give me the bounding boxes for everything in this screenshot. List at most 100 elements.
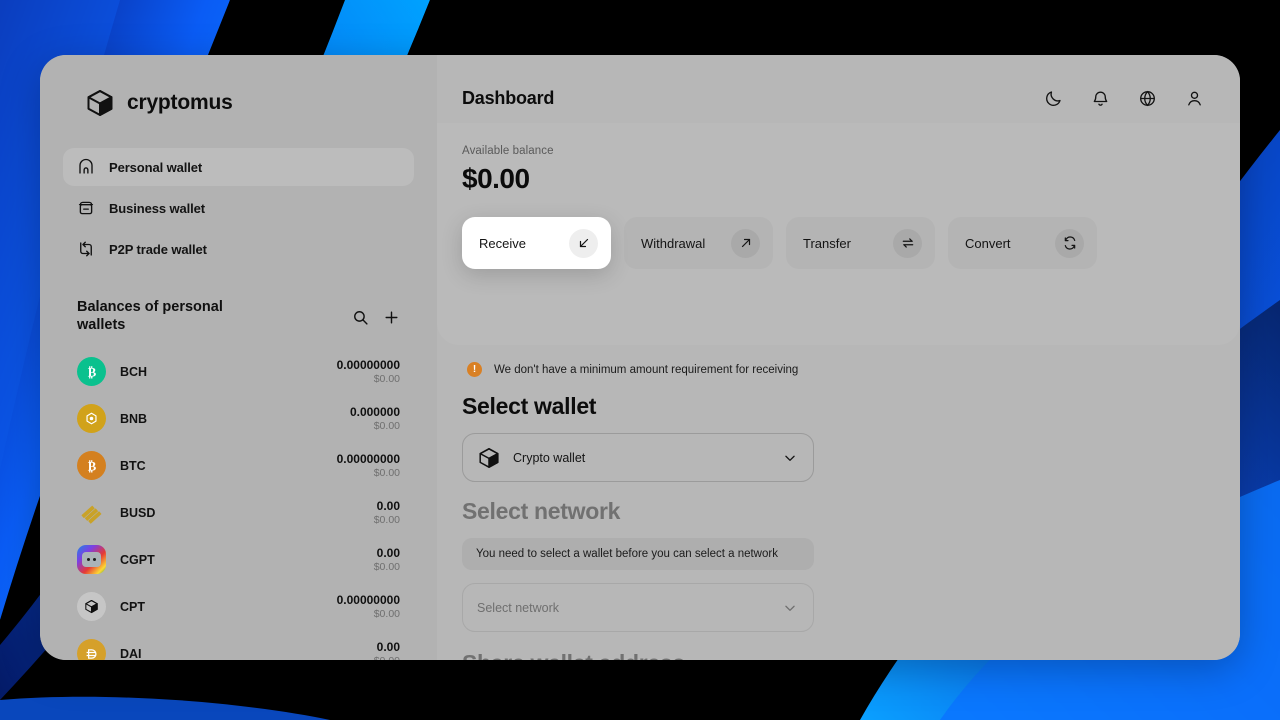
coin-amount: 0.00 (376, 639, 400, 654)
language-globe-icon[interactable] (1138, 89, 1157, 108)
brand-logo-lockup[interactable]: cryptomus (63, 55, 414, 148)
list-item[interactable]: CPT 0.00000000 $0.00 (77, 583, 400, 630)
cube-logo-icon (87, 90, 113, 116)
p2p-exchange-icon (80, 241, 92, 257)
transfer-arrows-icon (902, 238, 913, 248)
quick-actions: Receive Withdrawal Transfer Convert (462, 217, 1215, 269)
receive-icon-wrap (569, 228, 598, 258)
coin-values: 0.00000000 $0.00 (337, 452, 400, 481)
withdrawal-button[interactable]: Withdrawal (624, 217, 773, 269)
list-item[interactable]: BUSD 0.00 $0.00 (77, 489, 400, 536)
balances-header: Balances of personal wallets (63, 277, 414, 342)
share-wallet-address-title: Share wallet address (462, 650, 1215, 660)
arrow-up-right-icon (741, 238, 750, 248)
coin-amount: 0.00 (376, 498, 400, 513)
plus-icon[interactable] (383, 309, 400, 326)
transfer-button[interactable]: Transfer (786, 217, 935, 269)
notifications-bell-icon[interactable] (1091, 89, 1110, 108)
available-balance-amount: $0.00 (462, 163, 530, 194)
convert-refresh-icon (1064, 236, 1075, 250)
receive-label: Receive (479, 235, 526, 251)
coin-icon-busd (77, 498, 106, 527)
coin-balance-list: ₿ BCH 0.00000000 $0.00 BNB 0.000000 $0.0… (63, 342, 414, 660)
coin-usd-value: $0.00 (373, 607, 400, 620)
app-window: cryptomus Personal wallet Business walle… (40, 55, 1240, 660)
svg-text:₿: ₿ (87, 459, 96, 473)
sidebar-item-p2p-trade-wallet[interactable]: P2P trade wallet (63, 230, 414, 268)
sidebar-item-label: P2P trade wallet (109, 241, 207, 257)
coin-icon-bnb (77, 404, 106, 434)
coin-symbol: CGPT (120, 552, 155, 567)
coin-values: 0.00000000 $0.00 (337, 358, 400, 387)
wallet-select[interactable]: Crypto wallet (462, 433, 814, 482)
topbar: Dashboard (437, 55, 1240, 109)
notice-text: We don't have a minimum amount requireme… (494, 363, 799, 376)
minimum-amount-notice: ! We don't have a minimum amount require… (462, 345, 1215, 377)
list-item[interactable]: ₿ BCH 0.00000000 $0.00 (77, 348, 400, 395)
chevron-down-icon (785, 605, 795, 611)
dark-mode-moon-icon[interactable] (1044, 89, 1063, 108)
balances-title: Balances of personal wallets (77, 299, 223, 333)
coin-amount: 0.00000000 (336, 451, 400, 466)
select-network-title: Select network (462, 498, 621, 524)
network-hint: You need to select a wallet before you c… (462, 538, 814, 570)
chevron-down-icon (785, 455, 795, 461)
home-icon (79, 158, 93, 174)
sidebar: cryptomus Personal wallet Business walle… (40, 55, 437, 660)
brand-name: cryptomus (127, 91, 233, 114)
wallet-select-value: Crypto wallet (513, 450, 586, 465)
coin-icon-dai (77, 639, 106, 660)
arrow-down-left-icon (579, 238, 588, 248)
withdrawal-label: Withdrawal (641, 235, 706, 251)
warning-icon: ! (467, 362, 482, 377)
sidebar-nav: Personal wallet Business wallet P2P trad… (63, 148, 414, 277)
list-item[interactable]: BNB 0.000000 $0.00 (77, 395, 400, 442)
coin-usd-value: $0.00 (373, 560, 400, 573)
list-item[interactable]: DAI 0.00 $0.00 (77, 630, 400, 660)
coin-usd-value: $0.00 (373, 372, 400, 385)
coin-values: 0.00 $0.00 (374, 640, 400, 660)
search-icon[interactable] (352, 309, 369, 326)
coin-values: 0.00000000 $0.00 (337, 593, 400, 622)
page-title: Dashboard (462, 88, 555, 108)
cube-wallet-icon (479, 447, 499, 468)
svg-text:₿: ₿ (87, 365, 96, 379)
receive-button[interactable]: Receive (462, 217, 611, 269)
coin-values: 0.000000 $0.00 (350, 405, 400, 434)
coin-amount: 0.00000000 (336, 592, 400, 607)
network-select[interactable]: Select network (462, 583, 814, 632)
balances-header-actions (352, 299, 400, 326)
sidebar-item-business-wallet[interactable]: Business wallet (63, 189, 414, 227)
user-profile-icon[interactable] (1185, 89, 1204, 108)
transfer-icon-wrap (893, 228, 922, 258)
convert-label: Convert (965, 235, 1011, 251)
list-item[interactable]: CGPT 0.00 $0.00 (77, 536, 400, 583)
receive-form: ! We don't have a minimum amount require… (437, 345, 1240, 660)
transfer-label: Transfer (803, 235, 851, 251)
sidebar-item-personal-wallet[interactable]: Personal wallet (63, 148, 414, 186)
coin-symbol: BNB (120, 411, 148, 426)
withdrawal-icon-wrap (731, 228, 760, 258)
select-wallet-title: Select wallet (462, 393, 597, 419)
coin-symbol: BTC (120, 458, 146, 473)
coin-usd-value: $0.00 (374, 655, 400, 660)
list-item[interactable]: ₿ BTC 0.00000000 $0.00 (77, 442, 400, 489)
coin-amount: 0.00 (376, 545, 400, 560)
coin-amount: 0.000000 (349, 404, 400, 419)
sidebar-item-label: Business wallet (109, 200, 206, 216)
coin-usd-value: $0.00 (373, 466, 400, 479)
coin-icon-cpt (77, 592, 106, 622)
coin-symbol: DAI (120, 646, 142, 660)
convert-icon-wrap (1055, 228, 1084, 258)
coin-usd-value: $0.00 (373, 419, 400, 432)
coin-usd-value: $0.00 (373, 513, 400, 526)
sidebar-item-label: Personal wallet (109, 159, 203, 175)
network-select-placeholder: Select network (477, 600, 559, 615)
coin-symbol: BUSD (120, 505, 156, 520)
balance-hero-panel: Available balance $0.00 Receive Withdraw… (437, 123, 1240, 345)
coin-icon-cgpt (77, 545, 106, 575)
coin-values: 0.00 $0.00 (374, 499, 400, 528)
screen: cryptomus Personal wallet Business walle… (0, 0, 1280, 720)
coin-amount: 0.00000000 (336, 357, 400, 372)
convert-button[interactable]: Convert (948, 217, 1097, 269)
